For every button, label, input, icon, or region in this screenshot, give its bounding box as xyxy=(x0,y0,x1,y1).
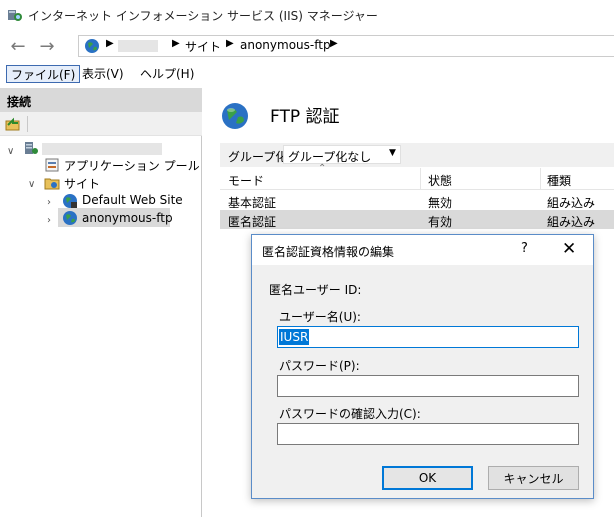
sites-folder-icon xyxy=(44,178,60,190)
tree-expander[interactable]: ∨ xyxy=(28,176,35,190)
help-button[interactable]: ? xyxy=(521,241,528,256)
confirm-password-label: パスワードの確認入力(C): xyxy=(279,407,421,421)
address-server-segment[interactable] xyxy=(118,40,158,52)
chevron-down-icon: ▼ xyxy=(389,148,396,158)
cell-mode: 基本認証 xyxy=(228,196,277,210)
tree-sites[interactable]: サイト xyxy=(64,175,100,192)
globe-icon xyxy=(85,39,99,53)
cell-type: 組み込み xyxy=(547,215,596,229)
address-separator: ▶ xyxy=(106,38,114,49)
address-segment-sites[interactable]: サイト xyxy=(185,38,221,55)
anonymous-user-heading: 匿名ユーザー ID: xyxy=(269,283,362,297)
connections-toolbar xyxy=(0,112,202,136)
tree-expander[interactable]: › xyxy=(47,212,51,226)
toolbar-separator xyxy=(27,116,28,132)
column-header-status[interactable]: 状態 xyxy=(428,172,452,189)
group-by-value: グループ化なし xyxy=(288,150,372,164)
tree-server-node[interactable] xyxy=(42,143,162,155)
password-field[interactable] xyxy=(277,375,579,397)
connect-icon[interactable] xyxy=(5,116,21,132)
column-divider[interactable] xyxy=(540,168,541,190)
tree-expander[interactable]: ∨ xyxy=(7,143,14,157)
group-by-label: グループ化: xyxy=(228,150,292,164)
dialog-title: 匿名認証資格情報の編集 xyxy=(262,245,395,259)
window-title: インターネット インフォメーション サービス (IIS) マネージャー xyxy=(28,9,378,23)
menu-help[interactable]: ヘルプ(H) xyxy=(136,65,198,83)
menu-view[interactable]: 表示(V) xyxy=(78,65,128,83)
username-field[interactable] xyxy=(277,326,579,348)
cancel-button[interactable]: キャンセル xyxy=(488,466,579,490)
username-label: ユーザー名(U): xyxy=(279,310,361,324)
tree-app-pools[interactable]: アプリケーション プール xyxy=(64,157,200,174)
address-segment-site[interactable]: anonymous-ftp xyxy=(240,38,331,52)
connections-title: 接続 xyxy=(7,95,32,109)
address-separator: ▶ xyxy=(172,38,180,49)
sort-ascending-icon: ⌃ xyxy=(318,163,327,174)
globe-icon xyxy=(222,103,248,129)
page-title: FTP 認証 xyxy=(270,107,340,127)
username-value: IUSR xyxy=(279,329,310,345)
cell-status: 無効 xyxy=(428,196,453,210)
ok-button[interactable]: OK xyxy=(382,466,473,490)
column-divider[interactable] xyxy=(420,168,421,190)
tree-expander[interactable]: › xyxy=(47,194,51,208)
iis-manager-icon xyxy=(8,10,22,21)
back-arrow-icon[interactable]: ← xyxy=(3,36,33,57)
website-globe-icon xyxy=(63,194,77,208)
cell-mode: 匿名認証 xyxy=(228,215,277,229)
server-icon xyxy=(25,142,38,154)
address-separator: ▶ xyxy=(330,38,338,49)
close-icon[interactable]: ✕ xyxy=(562,239,576,259)
tree-default-web-site[interactable]: Default Web Site xyxy=(82,193,183,207)
address-separator: ▶ xyxy=(226,38,234,49)
app-pool-icon xyxy=(45,158,59,172)
cell-type: 組み込み xyxy=(547,196,596,210)
website-globe-icon xyxy=(63,211,77,225)
cell-status: 有効 xyxy=(428,215,453,229)
column-header-type[interactable]: 種類 xyxy=(547,172,571,189)
password-label: パスワード(P): xyxy=(279,359,360,373)
tree-anonymous-ftp[interactable]: anonymous-ftp xyxy=(82,211,173,225)
column-header-mode[interactable]: モード xyxy=(228,172,264,189)
address-bar[interactable] xyxy=(78,35,614,57)
forward-arrow-icon[interactable]: → xyxy=(32,36,62,57)
menu-file[interactable]: ファイル(F) xyxy=(6,65,81,83)
confirm-password-field[interactable] xyxy=(277,423,579,445)
